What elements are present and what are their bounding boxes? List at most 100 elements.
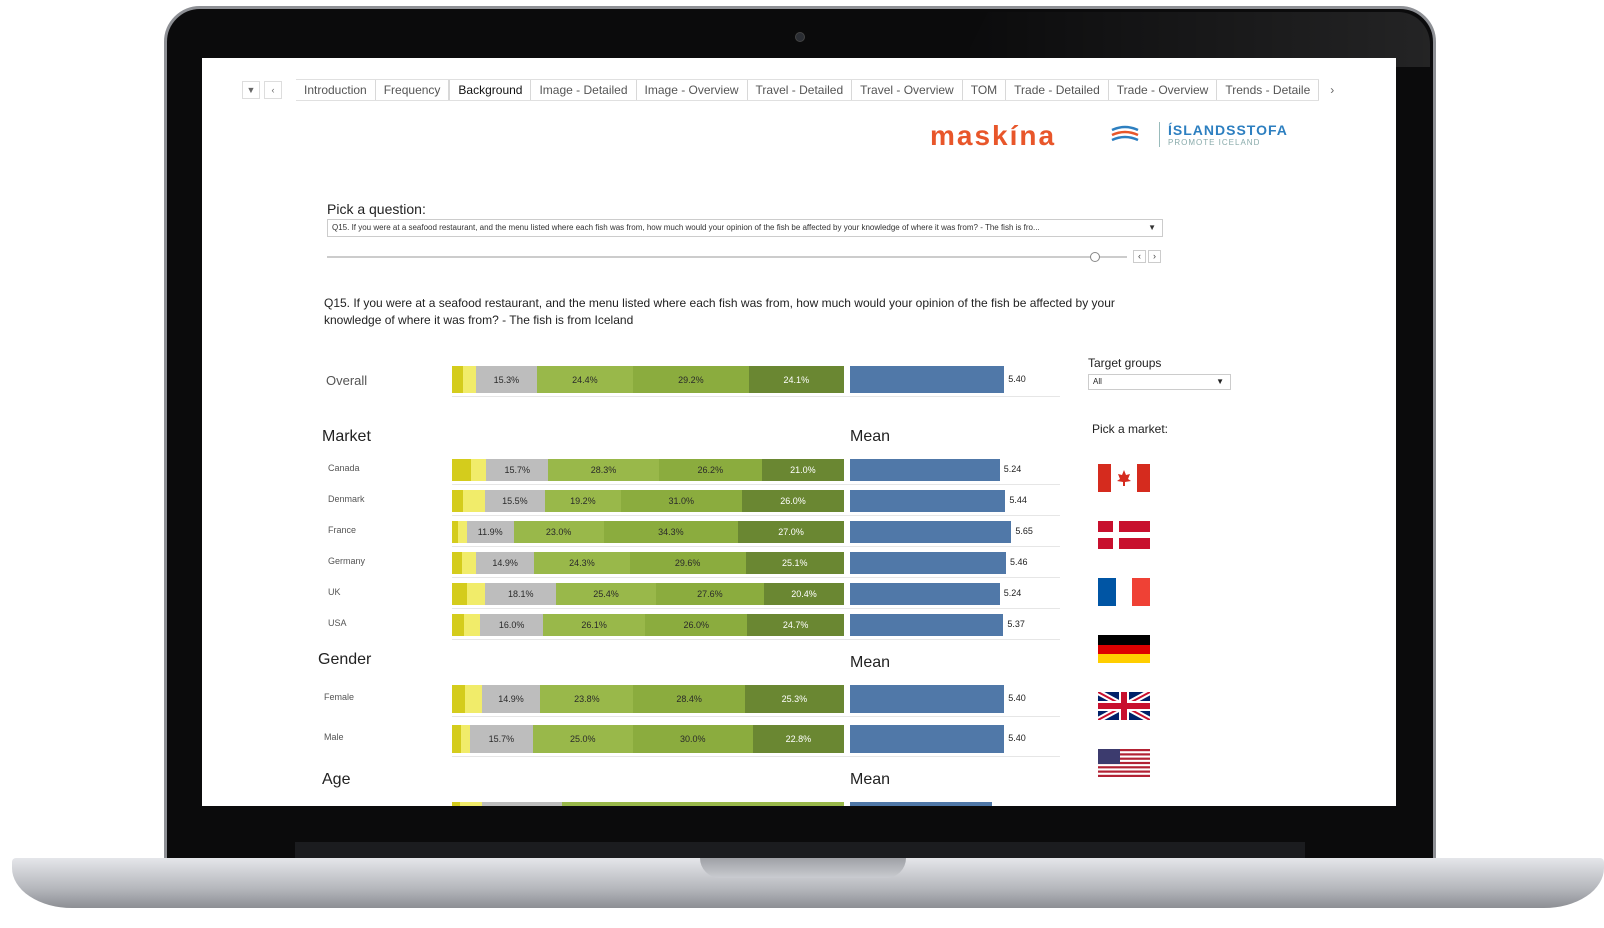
tab-trends-detaile[interactable]: Trends - Detaile: [1217, 80, 1320, 100]
tab-travel-overview[interactable]: Travel - Overview: [852, 80, 963, 100]
neutral-segment: 15.7%: [470, 725, 533, 753]
age-segment: [562, 802, 844, 806]
tab-introduction[interactable]: Introduction: [296, 80, 376, 100]
canada-flag[interactable]: [1098, 464, 1150, 492]
chevron-down-icon: ▼: [1148, 223, 1156, 232]
positive-segment: 26.1%: [542, 614, 646, 636]
row-divider: [452, 546, 1060, 547]
negative-segment: [460, 725, 470, 753]
germany-flag[interactable]: [1098, 635, 1150, 663]
row-label: Overall: [326, 372, 368, 388]
negative-segment: [462, 552, 476, 574]
fish-logo-icon: [1111, 125, 1139, 142]
mean-bar: [850, 685, 1005, 713]
positive-segment: 25.0%: [532, 725, 633, 753]
mean-value: 5.40: [1008, 733, 1026, 743]
neutral-segment: 11.9%: [466, 521, 514, 543]
extremely-positive-segment: 24.7%: [747, 614, 844, 636]
section-heading-market: Market: [322, 428, 371, 445]
extremely-positive-segment: 24.1%: [748, 366, 844, 393]
slider-next-button[interactable]: ›: [1148, 250, 1161, 263]
target-groups-dropdown[interactable]: All ▼: [1088, 374, 1231, 390]
very-negative-segment: [452, 583, 468, 605]
very-negative-segment: [452, 552, 463, 574]
very-negative-segment: [452, 366, 463, 393]
positive-segment: 25.4%: [556, 583, 656, 605]
slider-prev-button[interactable]: ‹: [1133, 250, 1146, 263]
laptop-hinge: [295, 842, 1305, 858]
tab-next-icon[interactable]: ›: [1323, 81, 1341, 99]
positive-segment: 28.3%: [548, 459, 659, 481]
stacked-bar: 14.9% 24.3% 29.6% 25.1%: [452, 552, 844, 574]
islandsstofa-logo: ÍSLANDSSTOFA PROMOTE ICELAND: [1159, 122, 1288, 147]
mean-value: 5.37: [1007, 619, 1025, 629]
france-flag[interactable]: [1098, 578, 1150, 606]
row-divider: [452, 515, 1060, 516]
tab-frequency[interactable]: Frequency: [376, 80, 450, 100]
webcam-icon: [795, 32, 805, 42]
very-positive-segment: 34.3%: [603, 521, 739, 543]
denmark-flag[interactable]: [1098, 521, 1150, 549]
maskina-logo: maskína: [930, 120, 1057, 151]
chevron-down-icon: ▼: [1216, 377, 1224, 386]
age-segment: [482, 802, 562, 806]
stacked-bar: 11.9% 23.0% 34.3% 27.0%: [452, 521, 844, 543]
tab-prev-icon[interactable]: ‹: [264, 81, 282, 99]
uk-flag[interactable]: [1098, 692, 1150, 720]
mean-value: 5.40: [1008, 373, 1026, 384]
section-heading-age: Age: [322, 771, 351, 788]
extremely-positive-segment: 27.0%: [738, 521, 844, 543]
mean-heading: Mean: [850, 771, 891, 788]
very-negative-segment: [452, 685, 466, 713]
mean-value: 5.24: [1003, 588, 1022, 598]
stacked-bar: 15.7% 25.0% 30.0% 22.8%: [452, 725, 844, 753]
pick-question-label: Pick a question:: [327, 201, 426, 217]
usa-flag[interactable]: [1098, 749, 1150, 777]
tab-tom[interactable]: TOM: [963, 80, 1007, 100]
tab-trade-detailed[interactable]: Trade - Detailed: [1006, 80, 1109, 100]
positive-segment: 23.0%: [513, 521, 604, 543]
very-negative-segment: [452, 614, 464, 636]
negative-segment: [470, 459, 487, 481]
positive-segment: 24.4%: [536, 366, 634, 393]
very-positive-segment: 29.6%: [629, 552, 746, 574]
stacked-bar: 15.5% 19.2% 31.0% 26.0%: [452, 490, 844, 512]
negative-segment: [462, 490, 485, 512]
very-positive-segment: 28.4%: [633, 685, 745, 713]
mean-value: 5.65: [1015, 526, 1033, 536]
mean-bar: [850, 366, 1005, 393]
mean-value: 5.46: [1010, 557, 1028, 567]
row-label: Male: [324, 732, 344, 742]
tab-travel-detailed[interactable]: Travel - Detailed: [748, 80, 853, 100]
extremely-positive-segment: 20.4%: [764, 583, 844, 605]
extremely-positive-segment: 25.3%: [744, 685, 844, 713]
slider-handle[interactable]: [1090, 252, 1100, 262]
stacked-bar: 14.9% 23.8% 28.4% 25.3%: [452, 685, 844, 713]
row-divider: [452, 608, 1060, 609]
negative-segment: [462, 366, 477, 393]
tab-image-overview[interactable]: Image - Overview: [637, 80, 748, 100]
tab-image-detailed[interactable]: Image - Detailed: [531, 80, 637, 100]
neutral-segment: 14.9%: [481, 685, 541, 713]
row-label: France: [328, 525, 357, 535]
row-divider: [452, 639, 1060, 640]
mean-bar: [850, 490, 1006, 512]
row-label: USA: [328, 618, 347, 628]
negative-segment: [465, 685, 482, 713]
islandsstofa-wordmark: ÍSLANDSSTOFA: [1168, 122, 1288, 138]
tab-trade-overview[interactable]: Trade - Overview: [1109, 80, 1218, 100]
target-groups-label: Target groups: [1088, 356, 1162, 370]
neutral-segment: 14.9%: [475, 552, 535, 574]
neutral-segment: 15.7%: [486, 459, 549, 481]
stacked-bar: 15.7% 28.3% 26.2% 21.0%: [452, 459, 844, 481]
very-positive-segment: 27.6%: [655, 583, 765, 605]
tab-background[interactable]: Background: [449, 80, 532, 100]
very-positive-segment: 30.0%: [632, 725, 753, 753]
tab-menu-icon[interactable]: ▼: [242, 81, 260, 99]
extremely-positive-segment: 21.0%: [761, 459, 844, 481]
mean-bar: [850, 521, 1012, 543]
section-heading-gender: Gender: [318, 651, 372, 668]
question-dropdown[interactable]: Q15. If you were at a seafood restaurant…: [327, 219, 1163, 237]
positive-segment: 24.3%: [534, 552, 630, 574]
question-slider[interactable]: [327, 256, 1127, 258]
